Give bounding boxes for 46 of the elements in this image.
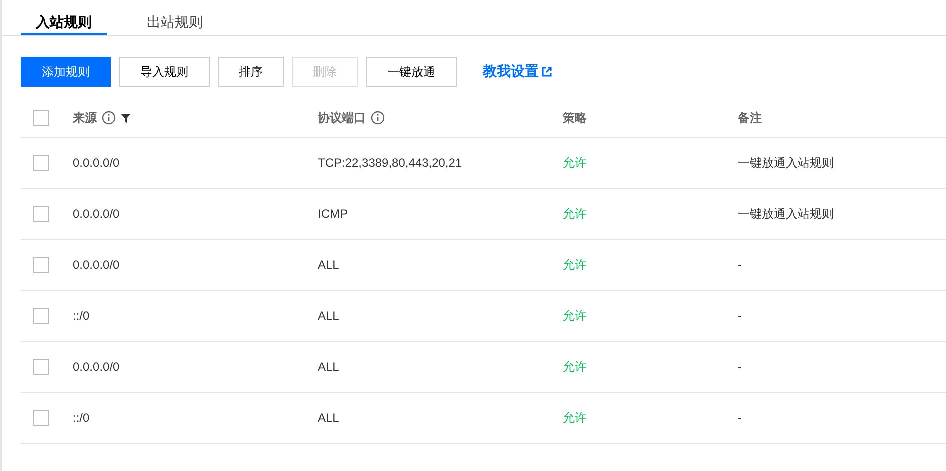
tab[interactable]: 入站规则 (21, 13, 107, 35)
table-cell: 允许 (563, 256, 587, 274)
checkbox[interactable] (33, 155, 49, 171)
table-cell: ALL (318, 360, 340, 374)
table-cell: 0.0.0.0/0 (73, 360, 120, 374)
checkbox[interactable] (33, 359, 49, 375)
column-header: 策略 (563, 110, 587, 126)
table-cell: ::/0 (73, 411, 90, 425)
table-cell: 允许 (563, 206, 587, 222)
column-header: 协议端口 (318, 110, 366, 126)
table-cell: 0.0.0.0/0 (73, 207, 120, 221)
toolbar-button[interactable]: 导入规则 (119, 57, 210, 87)
table-cell: 0.0.0.0/0 (73, 156, 120, 170)
checkbox[interactable] (33, 257, 49, 273)
table-cell: 允许 (563, 154, 587, 172)
checkbox[interactable] (33, 206, 49, 222)
filter-icon[interactable] (121, 113, 131, 123)
table-cell: - (738, 309, 742, 323)
table-cell: 允许 (563, 308, 587, 324)
table-cell: - (738, 258, 742, 272)
table-cell: - (738, 360, 742, 374)
table-cell: 允许 (563, 358, 587, 376)
checkbox[interactable] (33, 110, 49, 126)
checkbox[interactable] (33, 410, 49, 426)
info-icon[interactable] (102, 111, 116, 125)
table-cell: 0.0.0.0/0 (73, 258, 120, 272)
table-cell: TCP:22,3389,80,443,20,21 (318, 156, 462, 170)
help-link[interactable]: 教我设置 (483, 63, 552, 81)
tab[interactable]: 出站规则 (147, 13, 203, 35)
toolbar-button[interactable]: 一键放通 (366, 57, 457, 87)
table-cell: 一键放通入站规则 (738, 154, 834, 172)
toolbar-button[interactable]: 添加规则 (21, 57, 111, 87)
checkbox[interactable] (33, 308, 49, 324)
table-cell: ::/0 (73, 309, 90, 323)
table-cell: ICMP (318, 207, 348, 221)
table-cell: ALL (318, 309, 340, 323)
toolbar-button[interactable]: 排序 (218, 57, 284, 87)
column-header: 来源 (73, 110, 97, 126)
table-cell: ALL (318, 411, 340, 425)
table-cell: - (738, 411, 742, 425)
table-cell: 允许 (563, 410, 587, 426)
column-header: 备注 (738, 110, 762, 126)
table-cell: ALL (318, 258, 340, 272)
external-link-icon (542, 67, 552, 77)
table-cell: 一键放通入站规则 (738, 206, 834, 222)
info-icon[interactable] (371, 111, 385, 125)
